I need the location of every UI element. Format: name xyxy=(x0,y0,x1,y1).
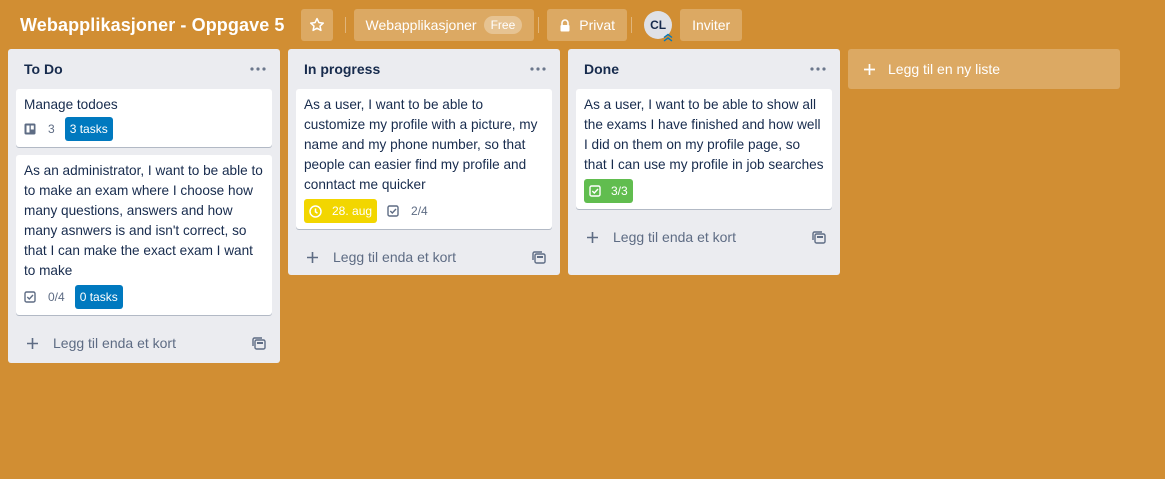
plus-icon xyxy=(26,337,46,350)
attachment-icon xyxy=(24,123,42,135)
star-button[interactable] xyxy=(300,9,333,41)
add-card-button[interactable]: Legg til enda et kort xyxy=(8,323,280,363)
admin-chevron-icon xyxy=(662,32,674,42)
checklist-icon xyxy=(589,185,606,197)
header-divider xyxy=(631,17,633,33)
clock-icon xyxy=(309,204,327,218)
add-list-button[interactable]: Legg til en ny liste xyxy=(848,49,1120,89)
header-divider xyxy=(538,17,540,33)
invite-button[interactable]: Inviter xyxy=(680,9,743,41)
plus-icon xyxy=(863,63,882,76)
ellipsis-icon[interactable] xyxy=(806,57,830,81)
card[interactable]: Manage todoes 3 3 tasks xyxy=(16,89,272,147)
checklist-count: 0/4 xyxy=(48,290,65,304)
card[interactable]: As an administrator, I want to be able t… xyxy=(16,155,272,315)
due-date-badge: 28. aug xyxy=(304,199,378,223)
add-card-label: Legg til enda et kort xyxy=(333,249,456,265)
card-title: Manage todoes xyxy=(24,97,118,112)
card-title: As an administrator, I want to be able t… xyxy=(24,163,263,278)
add-list-label: Legg til en ny liste xyxy=(888,61,1001,77)
checklist-complete-badge: 3/3 xyxy=(584,179,633,203)
ellipsis-icon[interactable] xyxy=(246,57,270,81)
list-title[interactable]: Done xyxy=(584,61,619,77)
card[interactable]: As a user, I want to be able to customiz… xyxy=(296,89,552,229)
list-header: In progress xyxy=(288,49,560,89)
board-header: Webapplikasjoner - Oppgave 5 Webapplikas… xyxy=(0,0,1165,50)
workspace-name: Webapplikasjoner xyxy=(365,17,477,33)
card-title: As a user, I want to be able to customiz… xyxy=(304,97,538,192)
template-icon[interactable] xyxy=(532,250,546,264)
plus-icon xyxy=(586,231,606,244)
header-divider xyxy=(344,17,346,33)
checklist-icon xyxy=(24,291,42,303)
list-title[interactable]: To Do xyxy=(24,61,63,77)
list-header: To Do xyxy=(8,49,280,89)
add-card-label: Legg til enda et kort xyxy=(613,229,736,245)
tasks-badge: 3 tasks xyxy=(64,117,113,141)
ellipsis-icon[interactable] xyxy=(526,57,550,81)
attachment-count: 3 xyxy=(48,122,55,136)
checklist-badge: 2/4 xyxy=(387,199,428,223)
tasks-badge: 0 tasks xyxy=(74,285,123,309)
list-title[interactable]: In progress xyxy=(304,61,380,77)
checklist-count: 2/4 xyxy=(411,204,428,218)
add-card-button[interactable]: Legg til enda et kort xyxy=(288,237,560,277)
list-in-progress: In progress As a user, I want to be able… xyxy=(288,49,560,275)
avatar[interactable]: CL xyxy=(644,11,674,42)
list-done: Done As a user, I want to be able to sho… xyxy=(568,49,840,275)
board-title[interactable]: Webapplikasjoner - Oppgave 5 xyxy=(20,15,285,36)
checklist-badge: 0/4 xyxy=(24,285,65,309)
lock-icon xyxy=(559,18,571,32)
visibility-label: Privat xyxy=(579,17,616,33)
template-icon[interactable] xyxy=(252,336,266,350)
list-todo: To Do Manage todoes 3 3 tasks As an admi… xyxy=(8,49,280,363)
checklist-count: 3/3 xyxy=(611,184,628,198)
avatar-initials: CL xyxy=(650,18,667,32)
list-header: Done xyxy=(568,49,840,89)
template-icon[interactable] xyxy=(812,230,826,244)
card-title: As a user, I want to be able to show all… xyxy=(584,97,824,172)
star-icon xyxy=(309,17,325,33)
add-card-label: Legg til enda et kort xyxy=(53,335,176,351)
add-card-button[interactable]: Legg til enda et kort xyxy=(568,217,840,257)
plan-badge: Free xyxy=(483,16,523,34)
attachment-badge: 3 xyxy=(24,117,55,141)
plus-icon xyxy=(306,251,326,264)
card[interactable]: As a user, I want to be able to show all… xyxy=(576,89,832,209)
due-date: 28. aug xyxy=(332,204,373,218)
workspace-button[interactable]: Webapplikasjoner Free xyxy=(353,9,535,41)
visibility-button[interactable]: Privat xyxy=(547,9,628,41)
checklist-icon xyxy=(387,205,405,217)
